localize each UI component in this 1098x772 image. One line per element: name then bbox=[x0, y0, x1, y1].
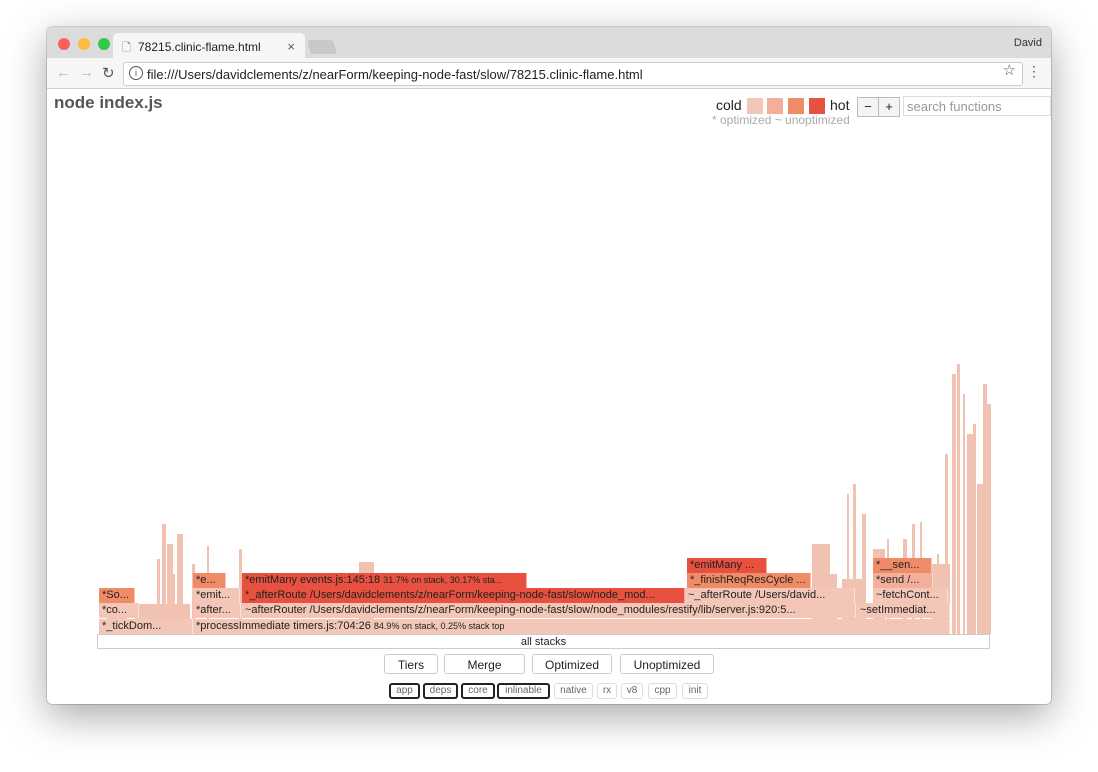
flame-frame[interactable]: *co... bbox=[99, 603, 139, 618]
close-window-button[interactable] bbox=[58, 38, 70, 50]
filter-cpp[interactable]: cpp bbox=[648, 683, 677, 699]
heat-swatch-3 bbox=[788, 98, 804, 114]
flame-frame[interactable]: *e... bbox=[193, 573, 226, 588]
flame-frame[interactable]: *_finishReqResCycle ... bbox=[687, 573, 811, 588]
filter-init[interactable]: init bbox=[682, 683, 708, 699]
flame-frame[interactable]: ~_afterRoute /Users/david... bbox=[685, 588, 855, 603]
view-button-unoptimized[interactable]: Unoptimized bbox=[620, 654, 714, 674]
minimize-window-button[interactable] bbox=[78, 38, 90, 50]
search-functions-input[interactable] bbox=[903, 96, 1051, 116]
flame-frame[interactable]: *So... bbox=[99, 588, 135, 603]
flame-frame[interactable]: *_tickDom... bbox=[99, 619, 193, 634]
frame-label: *e... bbox=[196, 574, 216, 586]
frame-stats: 84.9% on stack, 0.25% stack top bbox=[373, 621, 505, 631]
all-stacks-frame[interactable]: all stacks bbox=[97, 634, 990, 649]
flame-page: node index.js cold hot * optimized ~ uno… bbox=[47, 89, 1051, 704]
frame-label: *emitMany events.js:145:18 bbox=[245, 574, 381, 586]
frame-label: *_tickDom... bbox=[102, 620, 162, 632]
page-title: node index.js bbox=[54, 93, 163, 112]
frame-label: *__sen... bbox=[876, 559, 920, 571]
flame-frame[interactable]: ~fetchCont... bbox=[873, 588, 948, 603]
flame-frame[interactable]: *_afterRoute /Users/davidclements/z/near… bbox=[242, 588, 685, 603]
flame-frame[interactable]: ~afterRouter /Users/davidclements/z/near… bbox=[242, 603, 856, 618]
flame-frame[interactable]: *send /... bbox=[873, 573, 933, 588]
address-bar[interactable]: i file:///Users/davidclements/z/nearForm… bbox=[123, 62, 1023, 86]
flame-frame[interactable]: *processImmediate timers.js:704:26 84.9%… bbox=[193, 619, 950, 634]
browser-window: 🗋 78215.clinic-flame.html × David ← → ↻ … bbox=[47, 27, 1051, 704]
menu-icon[interactable]: ⋮ bbox=[1027, 63, 1041, 80]
flame-stack-spike[interactable] bbox=[952, 374, 956, 634]
heat-swatch-4 bbox=[809, 98, 825, 114]
flame-frame[interactable]: ~setImmediat... bbox=[857, 603, 950, 618]
legend-cold: cold bbox=[716, 97, 742, 113]
flame-frame[interactable]: *emitMany events.js:145:18 31.7% on stac… bbox=[242, 573, 527, 588]
filter-native[interactable]: native bbox=[554, 683, 593, 699]
close-tab-icon[interactable]: × bbox=[287, 39, 295, 54]
profile-name[interactable]: David bbox=[1014, 37, 1042, 49]
frame-stats: 31.7% on stack, 30.17% sta... bbox=[383, 575, 503, 585]
frame-label: *co... bbox=[102, 604, 128, 616]
view-button-optimized[interactable]: Optimized bbox=[532, 654, 612, 674]
flame-frame[interactable]: *emitMany ... bbox=[687, 558, 767, 573]
zoom-in-button[interactable]: + bbox=[878, 97, 900, 117]
frame-label: *send /... bbox=[876, 574, 920, 586]
flame-stack-spike[interactable] bbox=[987, 404, 991, 634]
legend-hot: hot bbox=[830, 97, 850, 113]
browser-toolbar: ← → ↻ i file:///Users/davidclements/z/ne… bbox=[47, 58, 1051, 89]
filter-v8[interactable]: v8 bbox=[621, 683, 643, 699]
filter-deps[interactable]: deps bbox=[423, 683, 458, 699]
file-icon: 🗋 bbox=[122, 42, 131, 54]
heat-swatch-2 bbox=[767, 98, 783, 114]
frame-label: *processImmediate timers.js:704:26 bbox=[196, 620, 371, 632]
legend-hint: * optimized ~ unoptimized bbox=[712, 113, 850, 127]
flame-stack-spike[interactable] bbox=[957, 364, 960, 634]
tab-title: 78215.clinic-flame.html bbox=[138, 40, 261, 54]
view-button-tiers[interactable]: Tiers bbox=[384, 654, 438, 674]
zoom-out-button[interactable]: − bbox=[857, 97, 879, 117]
heat-swatch-1 bbox=[747, 98, 763, 114]
maximize-window-button[interactable] bbox=[98, 38, 110, 50]
flame-stack-spike[interactable] bbox=[162, 524, 166, 634]
title-bar: 🗋 78215.clinic-flame.html × David bbox=[47, 27, 1051, 58]
url-text: file:///Users/davidclements/z/nearForm/k… bbox=[147, 67, 643, 82]
filter-rx[interactable]: rx bbox=[597, 683, 617, 699]
bookmark-star-icon[interactable]: ☆ bbox=[1003, 61, 1016, 79]
new-tab-button[interactable] bbox=[307, 40, 337, 54]
frame-label: *after... bbox=[196, 604, 231, 616]
forward-icon[interactable]: → bbox=[79, 64, 94, 81]
frame-label: ~_afterRoute /Users/david... bbox=[688, 589, 826, 601]
reload-icon[interactable]: ↻ bbox=[102, 64, 115, 82]
frame-label: *emitMany ... bbox=[690, 559, 755, 571]
frame-label: *So... bbox=[102, 589, 129, 601]
browser-tab[interactable]: 🗋 78215.clinic-flame.html × bbox=[113, 33, 305, 58]
frame-label: ~setImmediat... bbox=[860, 604, 936, 616]
flame-stack-spike[interactable] bbox=[963, 394, 965, 634]
frame-label: ~fetchCont... bbox=[876, 589, 939, 601]
filter-inlinable[interactable]: inlinable bbox=[497, 683, 550, 699]
flame-frame[interactable]: *after... bbox=[193, 603, 241, 618]
frame-label: *_afterRoute /Users/davidclements/z/near… bbox=[245, 589, 655, 601]
back-icon[interactable]: ← bbox=[56, 64, 71, 81]
view-button-merge[interactable]: Merge bbox=[444, 654, 525, 674]
flame-stack-spike[interactable] bbox=[973, 424, 976, 634]
filter-app[interactable]: app bbox=[389, 683, 420, 699]
frame-label: ~afterRouter /Users/davidclements/z/near… bbox=[245, 604, 796, 616]
filter-core[interactable]: core bbox=[461, 683, 495, 699]
frame-label: *emit... bbox=[196, 589, 231, 601]
info-icon[interactable]: i bbox=[129, 66, 143, 80]
flame-frame[interactable]: *emit... bbox=[193, 588, 240, 603]
frame-label: *_finishReqResCycle ... bbox=[690, 574, 806, 586]
flame-frame[interactable]: *__sen... bbox=[873, 558, 932, 573]
